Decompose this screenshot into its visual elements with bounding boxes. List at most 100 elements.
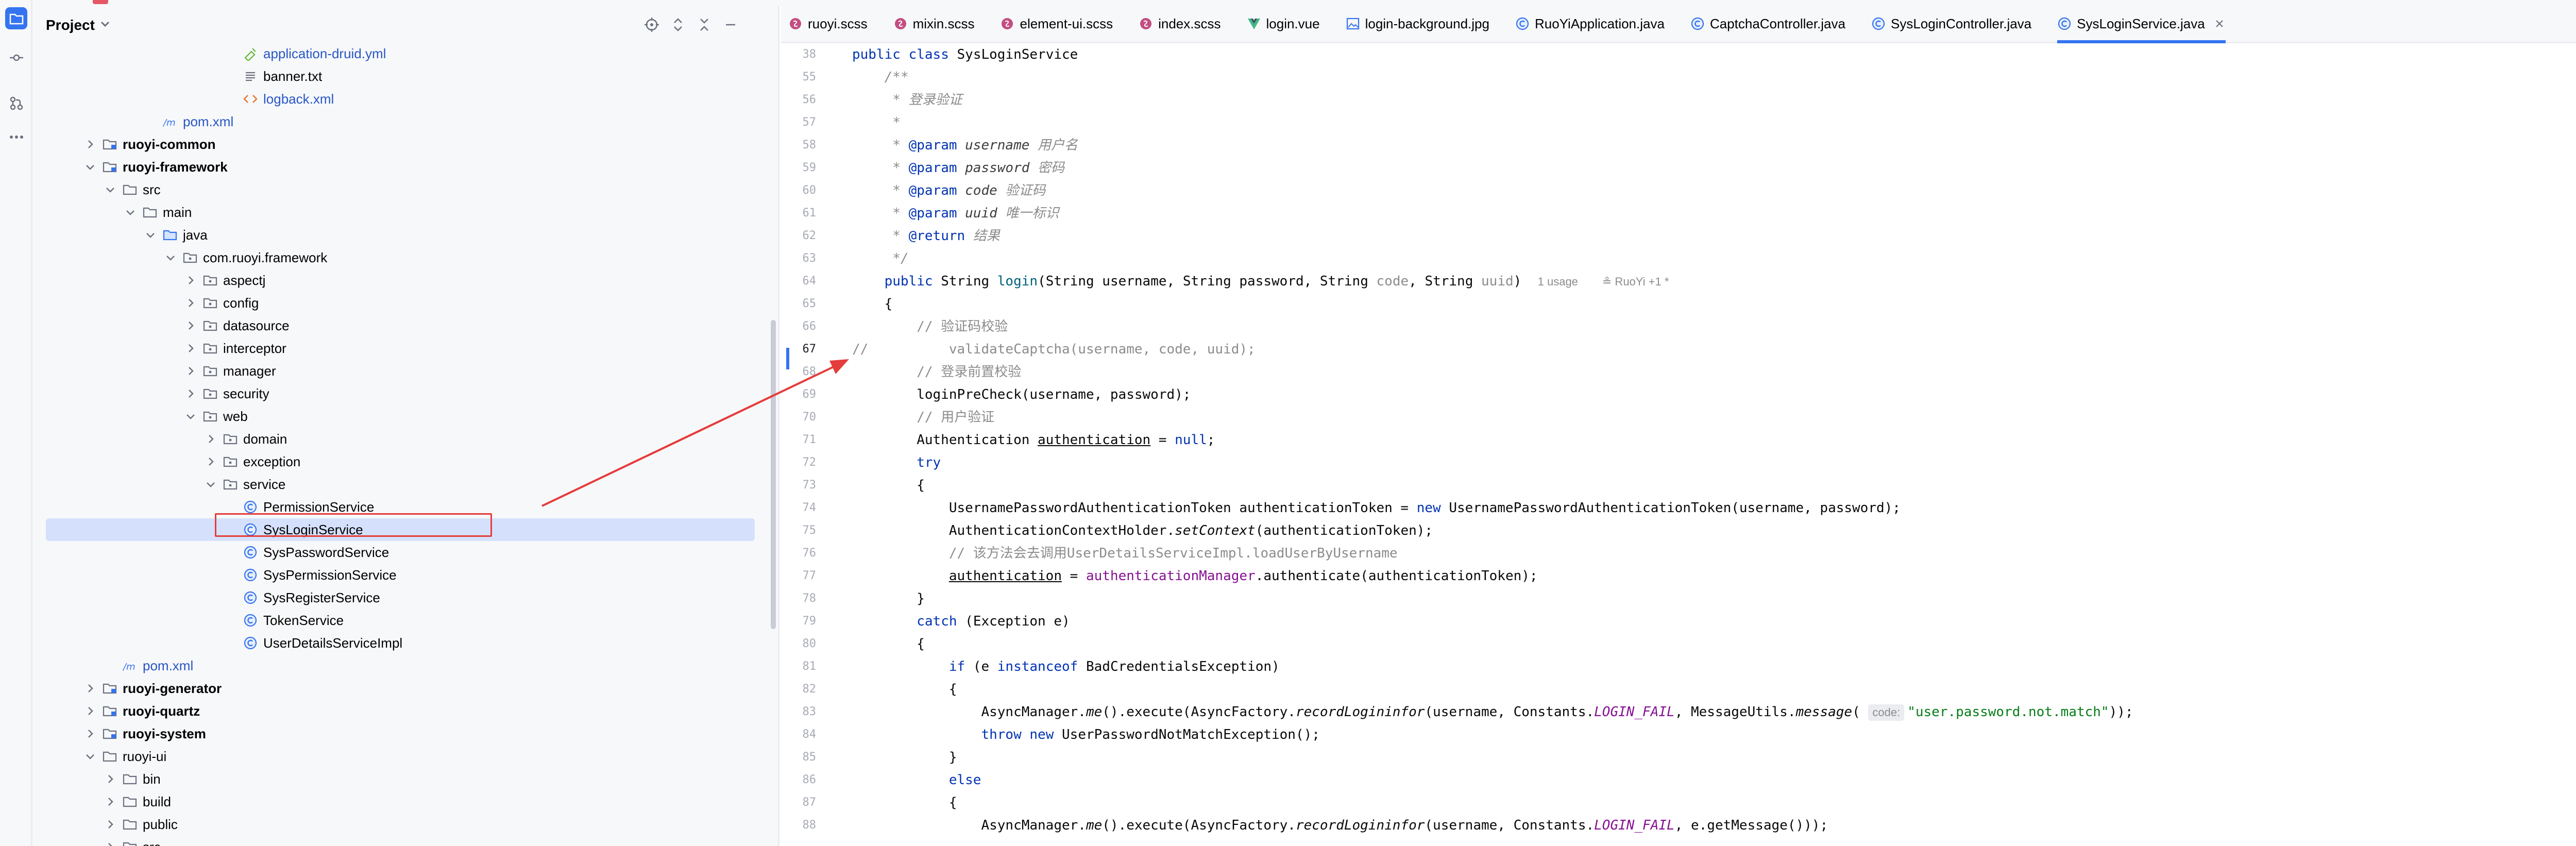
tree-item[interactable]: aspectj bbox=[32, 269, 778, 292]
tree-item[interactable]: service bbox=[32, 473, 778, 496]
code-token: AsyncManager. bbox=[852, 704, 1086, 720]
tree-item[interactable]: bin bbox=[32, 768, 778, 790]
tree-item-label: exception bbox=[243, 454, 301, 469]
chevron-right-icon[interactable] bbox=[83, 704, 97, 718]
editor-tab[interactable]: element-ui.scss bbox=[1000, 6, 1113, 42]
folder-icon bbox=[122, 182, 138, 197]
more-icon[interactable] bbox=[5, 126, 27, 148]
tree-item[interactable]: security bbox=[32, 382, 778, 405]
editor-tab[interactable]: ruoyi.scss bbox=[788, 6, 868, 42]
line-number: 81 bbox=[802, 660, 817, 673]
chevron-down-icon[interactable] bbox=[184, 410, 197, 423]
chevron-right-icon[interactable] bbox=[104, 818, 117, 831]
chevron-right-icon[interactable] bbox=[184, 342, 197, 355]
chevron-right-icon[interactable] bbox=[104, 772, 117, 786]
chevron-right-icon[interactable] bbox=[83, 138, 97, 151]
chevron-right-icon[interactable] bbox=[204, 455, 217, 468]
tree-item[interactable]: /m pom.xml bbox=[32, 110, 778, 133]
collapse-all-icon[interactable] bbox=[696, 16, 713, 33]
chevron-down-icon[interactable] bbox=[98, 16, 112, 33]
code-token: // 该方法会去调用UserDetailsServiceImpl.loadUse… bbox=[948, 546, 1398, 561]
tree-item[interactable]: web bbox=[32, 405, 778, 428]
code-hint[interactable]: ≗ RuoYi +1 * bbox=[1602, 275, 1669, 288]
project-title[interactable]: Project bbox=[46, 17, 95, 33]
tree-item[interactable]: logback.xml bbox=[32, 88, 778, 110]
tree-item[interactable]: ruoyi-quartz bbox=[32, 700, 778, 722]
tree-item[interactable]: SysRegisterService bbox=[32, 586, 778, 609]
tree-item-label: com.ruoyi.framework bbox=[203, 250, 328, 265]
tree-item[interactable]: main bbox=[32, 201, 778, 224]
code-token: uuid bbox=[1481, 274, 1514, 289]
tree-item[interactable]: datasource bbox=[32, 314, 778, 337]
tree-item[interactable]: ruoyi-framework bbox=[32, 156, 778, 178]
tree-item[interactable]: build bbox=[32, 790, 778, 813]
tree-scrollbar[interactable] bbox=[771, 320, 776, 629]
chevron-down-icon[interactable] bbox=[124, 206, 137, 219]
source-folder-icon bbox=[162, 227, 178, 243]
chevron-right-icon[interactable] bbox=[184, 387, 197, 400]
tree-item[interactable]: src bbox=[32, 178, 778, 201]
tree-item[interactable]: com.ruoyi.framework bbox=[32, 246, 778, 269]
editor-tab[interactable]: CaptchaController.java bbox=[1690, 6, 1845, 42]
code-line: * @param password 密码 bbox=[852, 157, 1064, 179]
tree-item[interactable]: ruoyi-ui bbox=[32, 745, 778, 768]
code-token: // 用户验证 bbox=[917, 410, 995, 425]
tree-item[interactable]: ruoyi-system bbox=[32, 722, 778, 745]
close-icon[interactable] bbox=[2213, 18, 2226, 30]
editor-tab[interactable]: RuoYiApplication.java bbox=[1515, 6, 1665, 42]
tree-item[interactable]: SysPasswordService bbox=[32, 541, 778, 564]
folder-icon[interactable] bbox=[5, 7, 27, 29]
chevron-down-icon[interactable] bbox=[144, 228, 157, 242]
commit-icon[interactable] bbox=[5, 46, 27, 69]
chevron-down-icon[interactable] bbox=[164, 251, 177, 264]
editor-tab[interactable]: login-background.jpg bbox=[1346, 6, 1489, 42]
tree-item[interactable]: SysPermissionService bbox=[32, 564, 778, 586]
editor-tab[interactable]: index.scss bbox=[1139, 6, 1221, 42]
tree-item[interactable]: domain bbox=[32, 428, 778, 450]
pull-requests-icon[interactable] bbox=[5, 92, 27, 114]
chevron-right-icon[interactable] bbox=[184, 274, 197, 287]
package-icon bbox=[202, 318, 218, 333]
tree-item[interactable]: manager bbox=[32, 360, 778, 382]
chevron-right-icon[interactable] bbox=[83, 727, 97, 740]
tree-item[interactable]: banner.txt bbox=[32, 65, 778, 88]
chevron-right-icon[interactable] bbox=[83, 682, 97, 695]
tree-item[interactable]: UserDetailsServiceImpl bbox=[32, 632, 778, 654]
tree-item[interactable]: java bbox=[32, 224, 778, 246]
chevron-down-icon[interactable] bbox=[204, 478, 217, 491]
tree-item[interactable]: interceptor bbox=[32, 337, 778, 360]
editor-tab[interactable]: mixin.scss bbox=[893, 6, 974, 42]
chevron-right-icon[interactable] bbox=[204, 432, 217, 446]
tree-item[interactable]: ruoyi-generator bbox=[32, 677, 778, 700]
minimize-icon[interactable] bbox=[722, 16, 739, 33]
tree-item[interactable]: public bbox=[32, 813, 778, 836]
chevron-down-icon[interactable] bbox=[83, 160, 97, 174]
chevron-right-icon[interactable] bbox=[184, 364, 197, 378]
chevron-right-icon[interactable] bbox=[104, 840, 117, 846]
tree-item[interactable]: src bbox=[32, 836, 778, 846]
locate-icon[interactable] bbox=[643, 16, 660, 33]
tree-item[interactable]: config bbox=[32, 292, 778, 314]
code-line: authentication = authenticationManager.a… bbox=[852, 565, 1538, 587]
code-line: UsernamePasswordAuthenticationToken auth… bbox=[852, 497, 1901, 519]
tree-item[interactable]: /m pom.xml bbox=[32, 654, 778, 677]
chevron-right-icon[interactable] bbox=[104, 795, 117, 808]
maven-icon: /m bbox=[122, 658, 138, 673]
expand-all-icon[interactable] bbox=[669, 16, 687, 33]
code-line: // 用户验证 bbox=[852, 406, 994, 429]
tree-item[interactable]: TokenService bbox=[32, 609, 778, 632]
tree-item[interactable]: ruoyi-common bbox=[32, 133, 778, 156]
chevron-right-icon[interactable] bbox=[184, 296, 197, 310]
code-token: AuthenticationContextHolder. bbox=[852, 523, 1175, 538]
tree-item[interactable]: application-druid.yml bbox=[32, 42, 778, 65]
editor-tab[interactable]: SysLoginController.java bbox=[1871, 6, 2031, 42]
chevron-down-icon[interactable] bbox=[104, 183, 117, 196]
tree-item[interactable]: exception bbox=[32, 450, 778, 473]
code-hint[interactable]: 1 usage bbox=[1538, 275, 1578, 288]
editor-tab[interactable]: SysLoginService.java bbox=[2057, 6, 2226, 43]
chevron-right-icon[interactable] bbox=[184, 319, 197, 332]
editor-tab[interactable]: login.vue bbox=[1247, 6, 1320, 42]
code-editor[interactable]: 38 55 56 57 58 59 60 61 62 63 64 65 66 67 68 69 70 71 72 7… bbox=[781, 43, 2576, 846]
chevron-down-icon[interactable] bbox=[83, 750, 97, 763]
